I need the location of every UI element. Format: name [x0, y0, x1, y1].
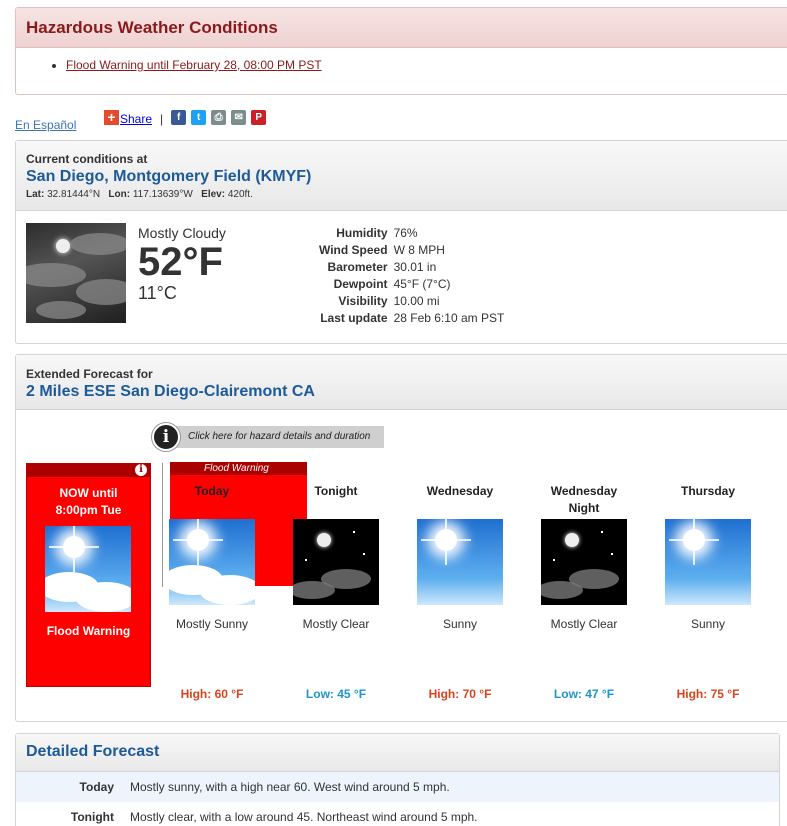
forecast-location: 2 Miles ESE San Diego-Clairemont CA [26, 383, 315, 400]
current-conditions-header: Current conditions at San Diego, Montgom… [16, 141, 787, 211]
print-icon[interactable]: ⎙ [211, 110, 227, 125]
detailed-period-text: Mostly clear, with a low around 45. Nort… [130, 810, 478, 824]
period-desc: Sunny [442, 617, 478, 631]
share-plus-icon[interactable]: + [104, 110, 119, 125]
lat-label: Lat: [26, 189, 45, 200]
share-link[interactable]: Share [120, 113, 152, 125]
current-details-table: Humidity 76% Wind Speed W 8 MPH Barometer 3… [316, 224, 507, 326]
lon-label: Lon: [108, 189, 131, 200]
detailed-forecast-title: Detailed Forecast [26, 743, 160, 760]
detailed-forecast-header: Detailed Forecast [16, 734, 779, 772]
email-icon[interactable]: ✉ [231, 110, 247, 125]
forecast-period-today[interactable]: Today Mostly Sunny High: 60 °F [162, 483, 262, 701]
hazard-header: Hazardous Weather Conditions [16, 8, 787, 48]
current-condition: Mostly Cloudy [138, 225, 226, 241]
extended-forecast-label: Extended Forecast for [26, 367, 153, 381]
current-summary: Mostly Cloudy 52°F 11°C [138, 225, 226, 304]
twitter-icon[interactable]: t [191, 110, 207, 125]
share-bar: + Share | f t ⎙ ✉ P [104, 110, 271, 125]
sunny-icon [665, 519, 751, 605]
detail-row: Humidity 76% [336, 225, 418, 240]
hazard-details-text[interactable]: Click here for hazard details and durati… [174, 426, 384, 448]
extended-forecast-panel: Extended Forecast for 2 Miles ESE San Di… [15, 354, 787, 722]
period-temp: High: 75 °F [676, 687, 740, 701]
detail-row: Last update 28 Feb 6:10 am PST [320, 310, 505, 325]
detail-row: Wind Speed W 8 MPH [319, 242, 445, 257]
detail-row: Dewpoint 45°F (7°C) [333, 276, 451, 291]
forecast-period-wednesday-night[interactable]: Wednesday Night Mostly Clear Low: 47 °F [534, 483, 634, 701]
lon-value: 117.13639°W [132, 189, 193, 200]
sunny-cloud-icon [169, 519, 255, 605]
period-name: Today [194, 484, 230, 498]
hazard-title: Hazardous Weather Conditions [26, 18, 278, 37]
current-conditions-label: Current conditions at [26, 152, 148, 166]
elev-value: 420ft. [227, 189, 253, 200]
detail-row: Barometer 30.01 in [327, 259, 437, 274]
period-desc: Mostly Clear [550, 617, 618, 631]
period-desc: Mostly Clear [302, 617, 370, 631]
hazard-item: Flood Warning until February 28, 08:00 P… [66, 58, 787, 72]
now-warning-label: Flood Warning [46, 624, 131, 638]
detailed-period-name: Today [79, 780, 114, 794]
period-temp: Low: 45 °F [305, 687, 367, 701]
current-conditions-panel: Current conditions at San Diego, Montgom… [15, 140, 787, 344]
facebook-icon[interactable]: f [171, 110, 187, 125]
period-name: Thursday [680, 484, 735, 498]
forecast-period-tonight[interactable]: Tonight Mostly Clear Low: 45 °F [286, 483, 386, 701]
flood-warning-link[interactable]: Flood Warning until February 28, 08:00 P… [66, 58, 322, 72]
pinterest-icon[interactable]: P [251, 110, 267, 125]
sunny-cloud-icon [45, 526, 131, 612]
hazard-list: Flood Warning until February 28, 08:00 P… [16, 48, 787, 72]
period-temp: High: 60 °F [180, 687, 244, 701]
detail-row: Visibility 10.00 mi [338, 293, 440, 308]
elev-label: Elev: [201, 189, 226, 200]
share-separator: | [160, 112, 164, 126]
night-cloud-icon [293, 519, 379, 605]
forecast-period-wednesday[interactable]: Wednesday Sunny High: 70 °F [410, 483, 510, 701]
forecast-period-thursday[interactable]: Thursday Sunny High: 75 °F [658, 483, 758, 701]
period-name: Wednesday Night [550, 484, 618, 515]
period-name: Wednesday [426, 484, 494, 498]
now-warning-box[interactable]: i NOW until 8:00pm Tue Flood Warning [26, 463, 151, 687]
detailed-period-name: Tonight [70, 810, 114, 824]
lat-value: 32.81444°N [47, 189, 101, 200]
period-name: Tonight [314, 484, 358, 498]
current-temp-f: 52°F [138, 240, 223, 284]
detailed-row: Today Mostly sunny, with a high near 60.… [16, 772, 779, 802]
info-icon[interactable]: i [152, 423, 180, 451]
hazard-details-link[interactable]: i Click here for hazard details and dura… [152, 423, 384, 451]
en-espanol-link[interactable]: En Español [15, 118, 76, 132]
period-desc: Mostly Sunny [175, 617, 249, 631]
detailed-row: Tonight Mostly clear, with a low around … [16, 802, 779, 826]
now-title: NOW until 8:00pm Tue [55, 486, 122, 517]
period-desc: Sunny [690, 617, 726, 631]
detailed-period-text: Mostly sunny, with a high near 60. West … [130, 780, 450, 794]
current-location[interactable]: San Diego, Montgomery Field (KMYF) [26, 168, 784, 186]
period-temp: Low: 47 °F [553, 687, 615, 701]
period-temp: High: 70 °F [428, 687, 492, 701]
current-temp-c: 11°C [138, 283, 177, 303]
night-cloud-icon [541, 519, 627, 605]
current-weather-image [26, 223, 126, 323]
flood-warning-banner: Flood Warning [170, 462, 307, 475]
info-icon[interactable]: i [135, 464, 147, 476]
station-coordinates: Lat: 32.81444°N Lon: 117.13639°W Elev: 4… [26, 189, 784, 200]
hazard-panel: Hazardous Weather Conditions Flood Warni… [15, 7, 787, 95]
detailed-forecast-panel: Detailed Forecast Today Mostly sunny, wi… [15, 733, 780, 826]
moon-icon [56, 239, 70, 253]
sunny-icon [417, 519, 503, 605]
extended-forecast-header: Extended Forecast for 2 Miles ESE San Di… [16, 355, 787, 410]
